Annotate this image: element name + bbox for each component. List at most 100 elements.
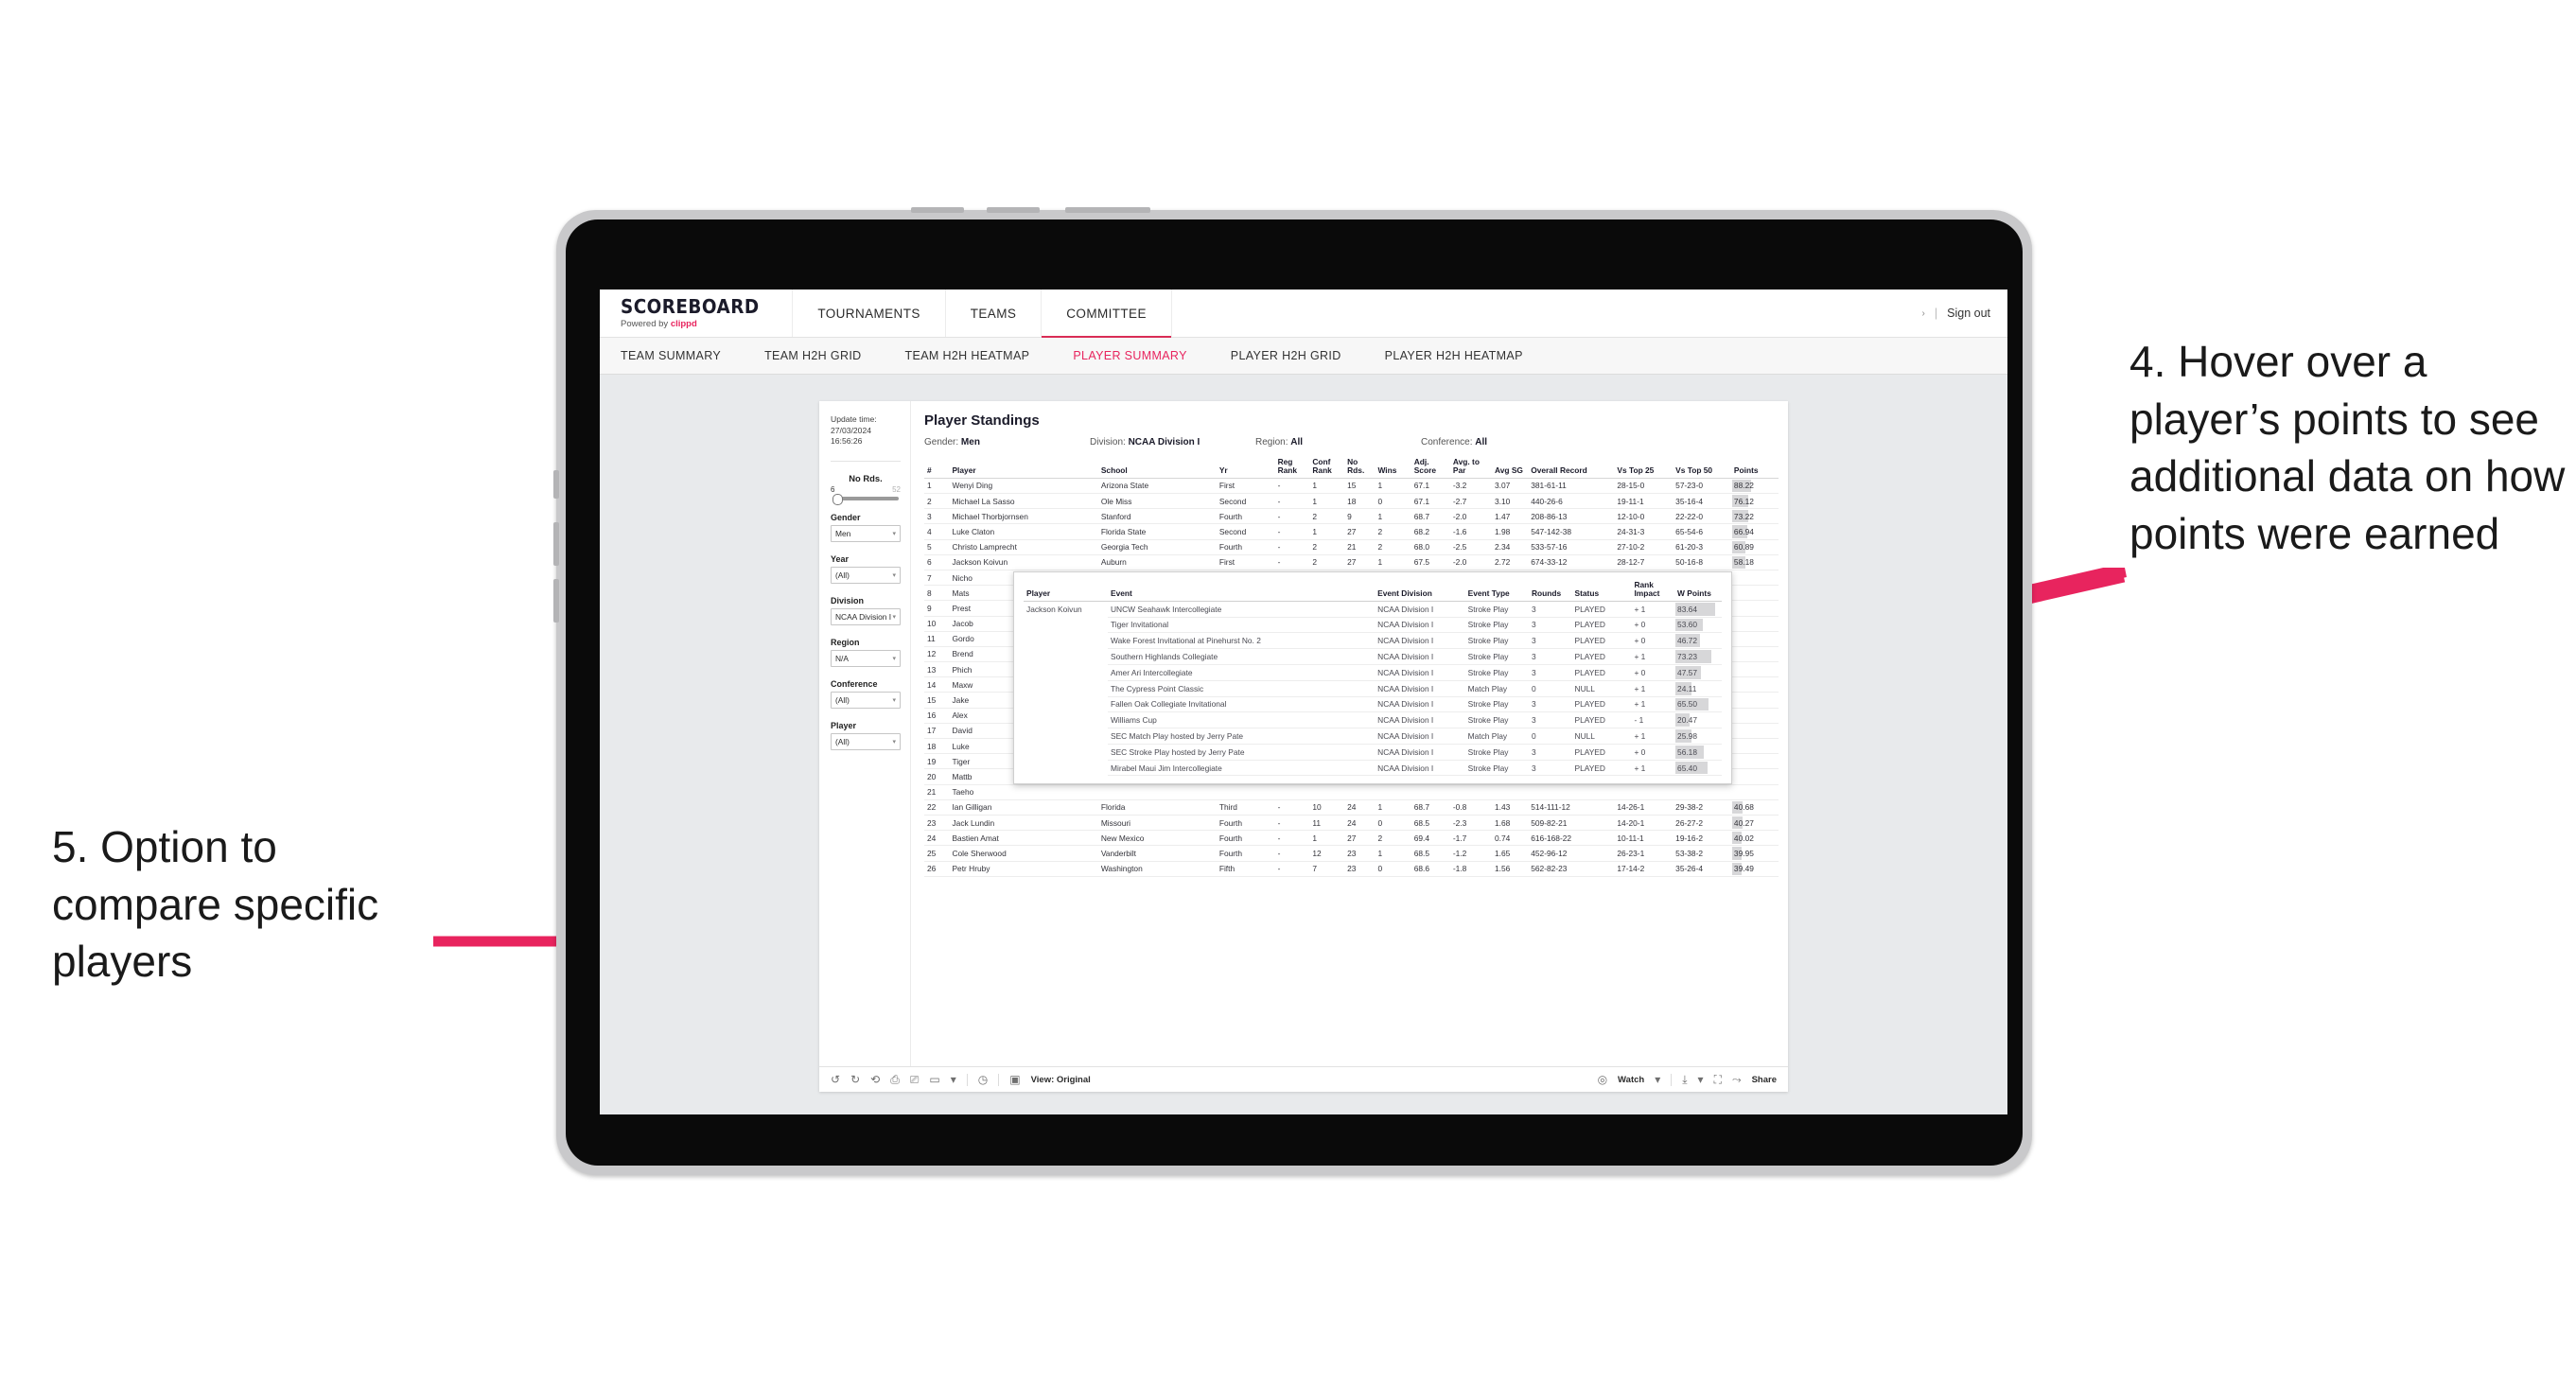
tooltip-cell: 65.50	[1674, 696, 1722, 713]
toolbar-divider-2	[998, 1073, 1000, 1086]
tooltip-cell: NULL	[1571, 728, 1632, 745]
points-value[interactable]: 40.68	[1734, 802, 1754, 812]
filter-conference-dropdown[interactable]: (All) ▾	[831, 691, 901, 709]
points-value[interactable]: 39.49	[1734, 864, 1754, 873]
table-row[interactable]: 2 Michael La Sasso Ole Miss Second -1 18 0 67.1…	[924, 493, 1779, 510]
table-row[interactable]: 24 Bastien Amat New Mexico Fourth -1 27 2 69.4-…	[924, 830, 1779, 847]
filter-region-dropdown[interactable]: N/A ▾	[831, 649, 901, 667]
filter-gender-dropdown[interactable]: Men ▾	[831, 524, 901, 542]
filter-region[interactable]: Region N/A ▾	[831, 638, 901, 667]
tooltip-cell: 25.98	[1674, 728, 1722, 745]
table-cell: 12	[1309, 845, 1345, 862]
chevron-down-icon[interactable]: ▾	[951, 1074, 956, 1085]
points-value[interactable]: 58.18	[1734, 557, 1754, 567]
filter-player-dropdown[interactable]: (All) ▾	[831, 732, 901, 750]
points-value[interactable]: 76.12	[1734, 497, 1754, 506]
table-row[interactable]: 21 Taeho	[924, 784, 1779, 800]
table-cell: 1.68	[1491, 815, 1529, 832]
tooltip-cell: + 1	[1631, 728, 1675, 745]
fullscreen-icon[interactable]: ⛶	[1714, 1074, 1722, 1085]
nav-tab-committee[interactable]: COMMITTEE	[1042, 289, 1172, 338]
tableau-viz: Update time: 27/03/2024 16:56:26 No Rds.…	[819, 401, 1788, 1092]
table-cell: 10	[1309, 799, 1345, 816]
points-value[interactable]: 66.94	[1734, 527, 1754, 536]
points-value[interactable]: 39.95	[1734, 849, 1754, 858]
view-original-label[interactable]: View: Original	[1031, 1075, 1091, 1085]
table-cell: -1.6	[1449, 523, 1492, 540]
pause-icon[interactable]: ⎚	[910, 1074, 920, 1085]
standings-col-12: Vs Top 25	[1614, 456, 1674, 479]
standings-col-10: Avg SG	[1491, 456, 1529, 479]
view-shape-icon[interactable]: ▭	[929, 1074, 939, 1085]
share-label[interactable]: Share	[1752, 1075, 1777, 1085]
points-value[interactable]: 60.89	[1734, 542, 1754, 552]
table-cell: Fourth	[1216, 830, 1275, 847]
table-cell: 12	[924, 646, 950, 663]
chevron-down-icon[interactable]: ▾	[1698, 1074, 1704, 1085]
subnav-tab-team-h2h-heatmap[interactable]: TEAM H2H HEATMAP	[905, 349, 1053, 362]
download-icon[interactable]: ⤓	[1682, 1074, 1687, 1085]
points-value[interactable]: 88.22	[1734, 481, 1754, 490]
standings-col-6: No Rds.	[1344, 456, 1376, 479]
subnav-tab-player-summary[interactable]: PLAYER SUMMARY	[1073, 349, 1209, 362]
redo-icon[interactable]: ↻	[850, 1074, 860, 1085]
table-row[interactable]: 22 Ian Gilligan Florida Third -10 24 1 68.7 -0.8…	[924, 799, 1779, 816]
sign-out-link[interactable]: Sign out	[1947, 307, 1990, 320]
filter-division-dropdown[interactable]: NCAA Division I ▾	[831, 607, 901, 625]
table-row[interactable]: 4 Luke Claton Florida State Second -1 27 2 68.2…	[924, 523, 1779, 540]
slider-track[interactable]	[832, 493, 899, 505]
table-row[interactable]: 1 Wenyi Ding Arizona State First -1 15 1 67.1 -3…	[924, 478, 1779, 495]
view-badge-icon: ▣	[1009, 1073, 1021, 1086]
tooltip-cell: The Cypress Point Classic	[1107, 680, 1376, 697]
table-cell: -	[1274, 799, 1310, 816]
undo-icon[interactable]: ↺	[831, 1074, 840, 1085]
table-cell: 0.74	[1491, 830, 1529, 847]
refresh-icon[interactable]: ⎙	[890, 1074, 900, 1085]
table-cell	[1730, 784, 1779, 800]
table-cell: Second	[1216, 523, 1275, 540]
table-cell: Second	[1216, 493, 1275, 510]
user-menu-caret-icon[interactable]: ›	[1922, 308, 1925, 319]
subnav-tab-team-h2h-grid[interactable]: TEAM H2H GRID	[764, 349, 884, 362]
watch-icon[interactable]: ◎	[1598, 1074, 1607, 1085]
device-button-top-3	[1065, 207, 1150, 213]
revert-icon[interactable]: ⟲	[870, 1074, 880, 1085]
filter-gender[interactable]: Gender Men ▾	[831, 513, 901, 542]
table-cell	[1730, 738, 1779, 755]
page-title: Player Standings	[924, 412, 1040, 429]
table-cell: 68.6	[1411, 861, 1450, 877]
filter-division[interactable]: Division NCAA Division I ▾	[831, 596, 901, 625]
share-icon[interactable]: ⤳	[1732, 1074, 1742, 1085]
tooltip-cell: 24.11	[1674, 680, 1722, 697]
nav-tab-tournaments[interactable]: TOURNAMENTS	[793, 289, 946, 337]
filter-year-dropdown[interactable]: (All) ▾	[831, 566, 901, 584]
subnav-tab-player-h2h-grid[interactable]: PLAYER H2H GRID	[1231, 349, 1364, 362]
clock-icon[interactable]: ◷	[978, 1074, 988, 1085]
slider-handle[interactable]	[832, 493, 843, 505]
watch-label[interactable]: Watch	[1618, 1075, 1644, 1085]
table-row[interactable]: 5 Christo Lamprecht Georgia Tech Fourth -2 21…	[924, 539, 1779, 555]
table-cell: 24-31-3	[1614, 523, 1674, 540]
table-cell: 1.65	[1491, 845, 1529, 862]
filter-no-rounds-slider[interactable]: No Rds. 6 52	[831, 473, 901, 505]
filter-conference[interactable]: Conference (All) ▾	[831, 679, 901, 709]
points-value[interactable]: 40.02	[1734, 833, 1754, 843]
subnav-tab-player-h2h-heatmap[interactable]: PLAYER H2H HEATMAP	[1385, 349, 1546, 362]
filter-year[interactable]: Year (All) ▾	[831, 554, 901, 584]
table-row[interactable]: 6 Jackson Koivun Auburn First -2 27 1 67.5 -2.0 2…	[924, 554, 1779, 570]
brand-logo[interactable]: SCOREBOARD Powered by clippd	[600, 289, 794, 337]
filter-player[interactable]: Player (All) ▾	[831, 721, 901, 750]
standings-col-2: School	[1097, 456, 1217, 479]
table-row[interactable]: 3 Michael Thorbjornsen Stanford Fourth -2 9 1 6…	[924, 508, 1779, 525]
nav-tab-teams[interactable]: TEAMS	[946, 289, 1043, 337]
chevron-down-icon[interactable]: ▾	[1655, 1074, 1660, 1085]
table-row[interactable]: 26 Petr Hruby Washington Fifth -7 23 0 68.6 -1.8…	[924, 861, 1779, 877]
table-row[interactable]: 25 Cole Sherwood Vanderbilt Fourth -12 23 1 68.…	[924, 845, 1779, 862]
table-row[interactable]: 23 Jack Lundin Missouri Fourth -11 24 0 68.5 -2.…	[924, 815, 1779, 832]
points-value[interactable]: 40.27	[1734, 818, 1754, 828]
filter-gender-label: Gender	[831, 512, 861, 522]
subnav-tab-team-summary[interactable]: TEAM SUMMARY	[621, 349, 744, 362]
filter-conference-label: Conference	[831, 678, 878, 689]
points-value[interactable]: 73.22	[1734, 512, 1754, 521]
table-cell: 674-33-12	[1528, 554, 1615, 570]
